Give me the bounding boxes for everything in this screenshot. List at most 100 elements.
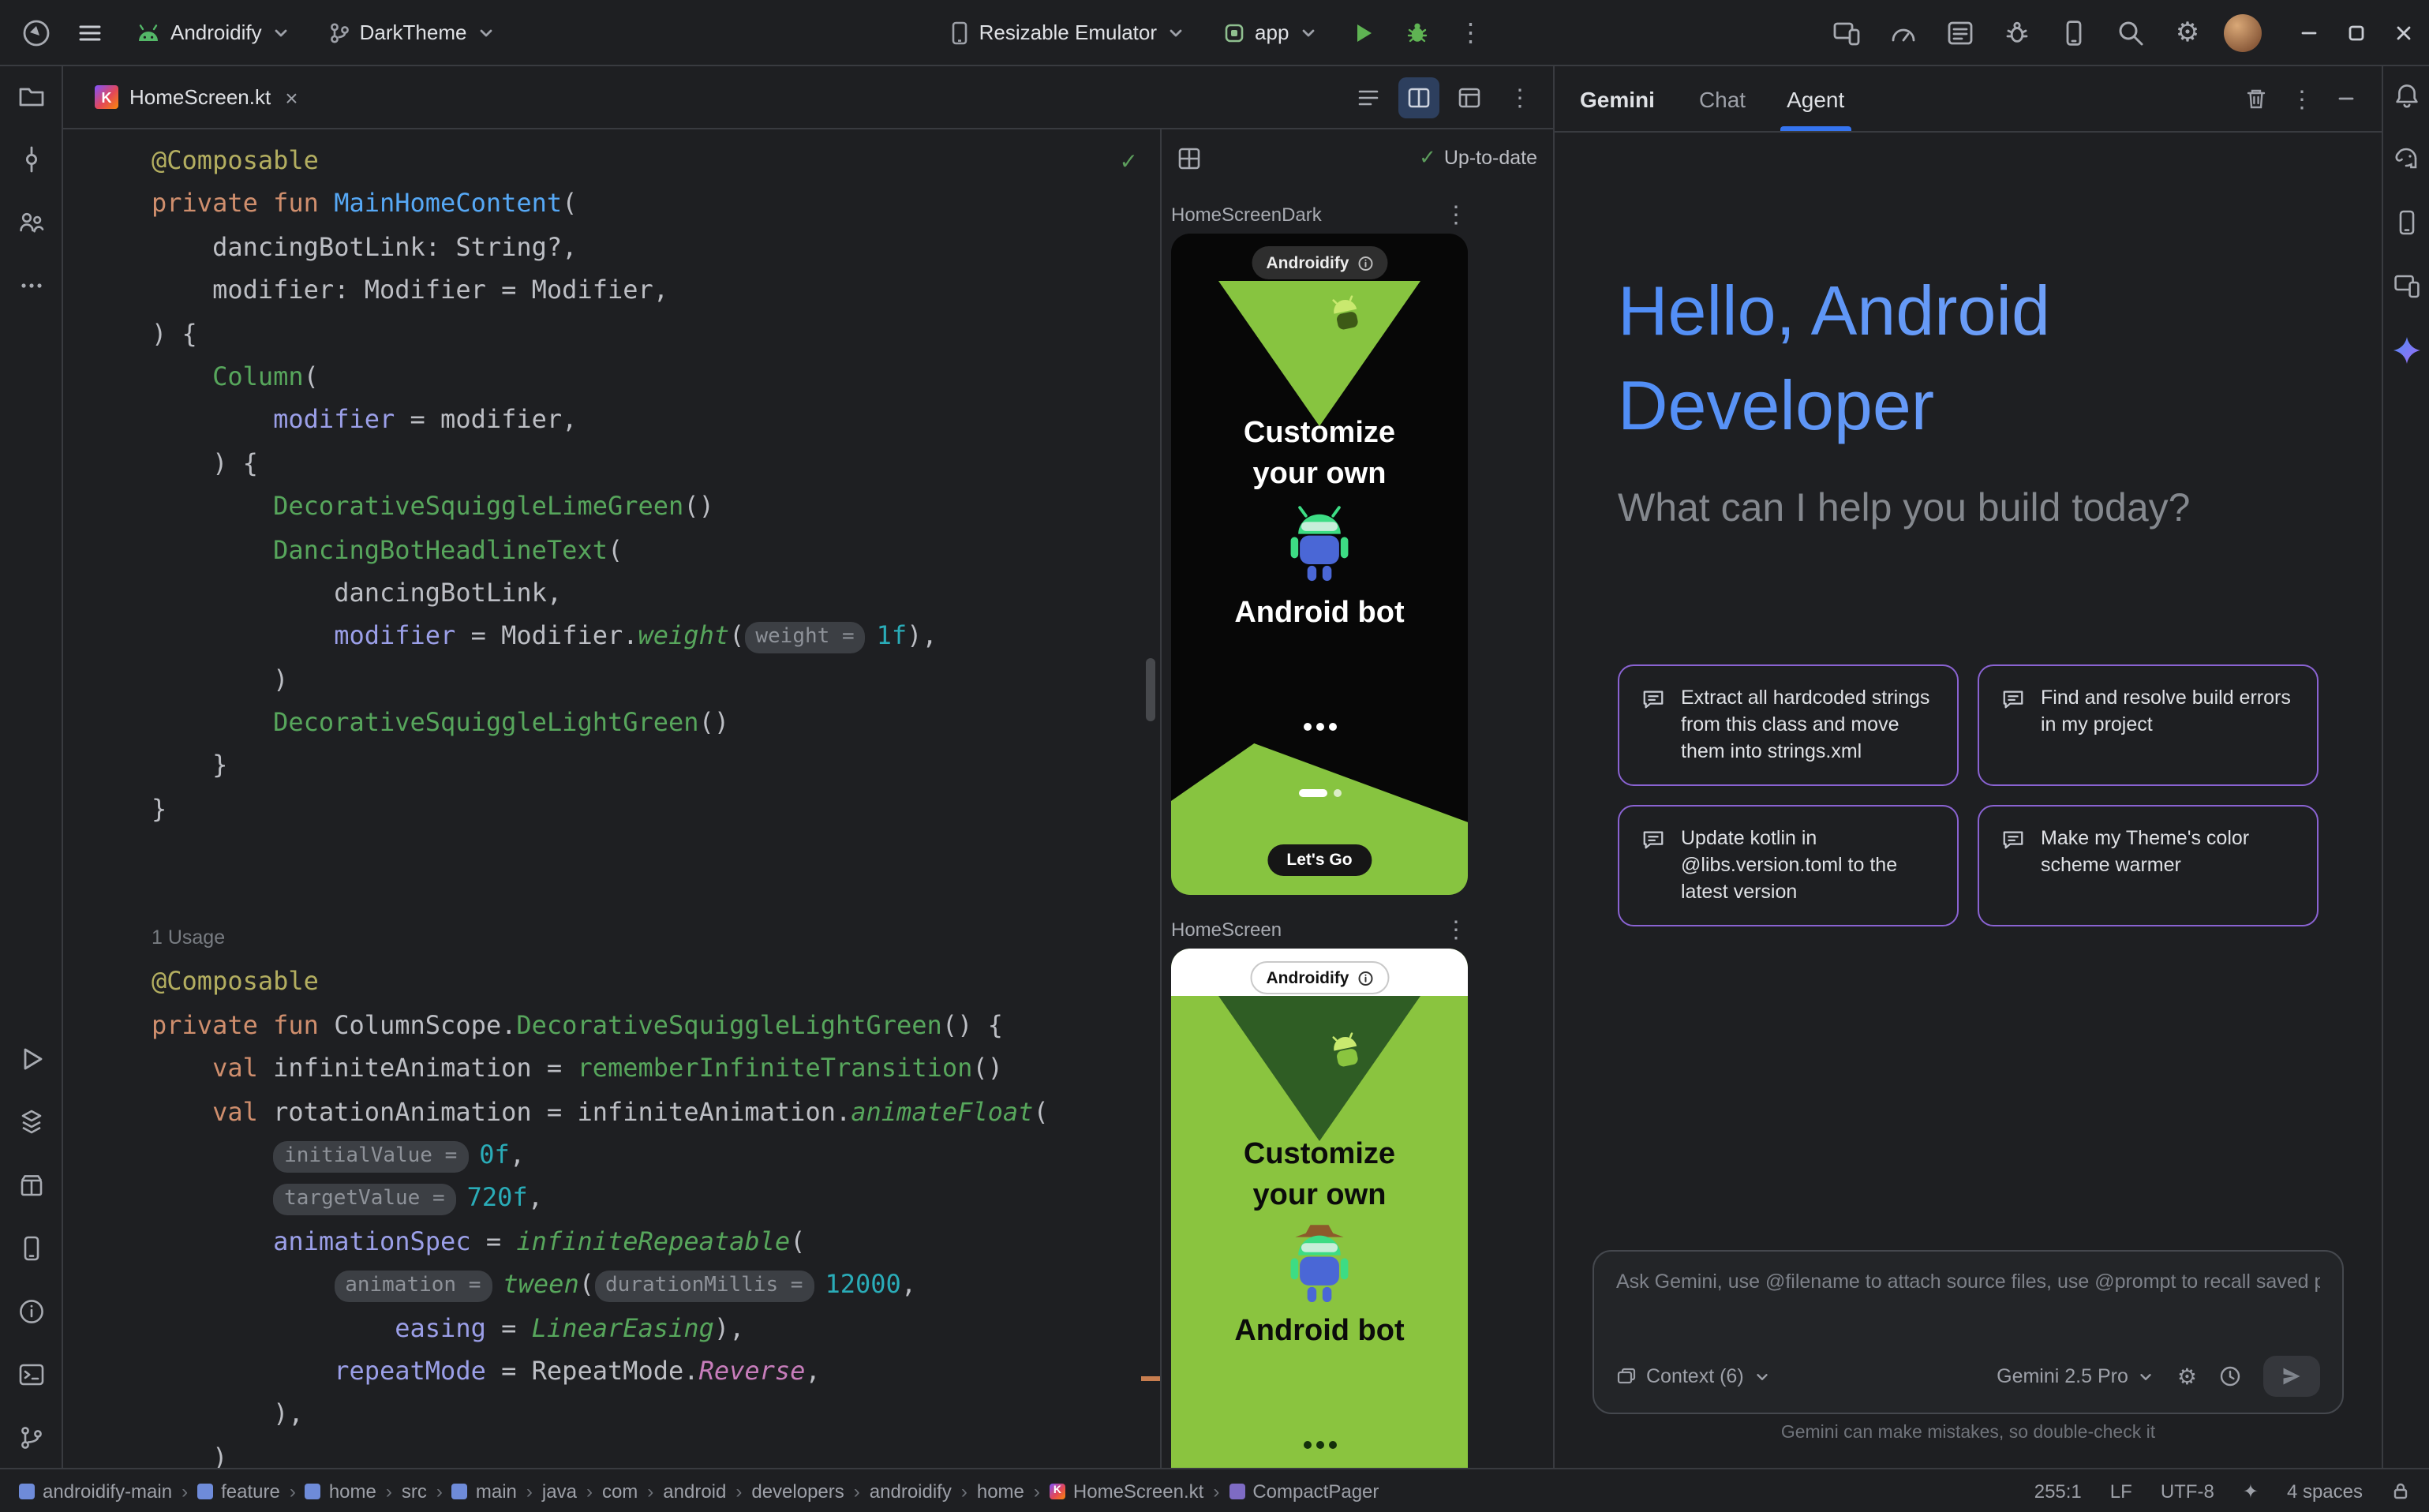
gemini-settings-button[interactable]: ⚙ (2177, 1364, 2197, 1388)
ai-status-icon[interactable]: ✦ (2243, 1480, 2259, 1502)
close-tab-icon[interactable]: × (285, 84, 298, 110)
settings-button[interactable]: ⚙ (2167, 12, 2208, 53)
device-manager-tool-button[interactable] (2392, 208, 2420, 237)
send-button[interactable] (2263, 1356, 2320, 1397)
device-selector[interactable]: Resizable Emulator (938, 13, 1198, 51)
folder-icon (17, 82, 45, 110)
breadcrumb-item[interactable]: main (452, 1480, 517, 1502)
code-line: modifier = Modifier.weight(weight =1f), (152, 615, 1160, 658)
problems-tool-button[interactable] (17, 1297, 45, 1326)
run-button[interactable] (1342, 12, 1383, 53)
suggestion-card[interactable]: Make my Theme's color scheme warmer (1978, 805, 2319, 926)
version-control-tool-button[interactable] (17, 1424, 45, 1452)
close-button[interactable] (2394, 23, 2413, 42)
project-selector[interactable]: Androidify (123, 14, 303, 51)
people-icon (17, 208, 45, 237)
gradle-tool-button[interactable] (2392, 145, 2420, 174)
lock-icon[interactable] (2391, 1481, 2410, 1500)
project-tool-button[interactable] (17, 82, 45, 110)
breadcrumb-item[interactable]: developers (751, 1480, 844, 1502)
model-selector[interactable]: Gemini 2.5 Pro (1997, 1365, 2155, 1387)
running-devices-button[interactable] (1826, 12, 1867, 53)
preview-scroll[interactable]: HomeScreenDark ⋮ Androidify (1162, 186, 1553, 1468)
phone-preview-dark[interactable]: Androidify Customize your own (1171, 234, 1468, 895)
breadcrumb-item[interactable]: KHomeScreen.kt (1050, 1480, 1203, 1502)
more-run-actions-button[interactable]: ⋮ (1450, 12, 1491, 53)
breadcrumb-item[interactable]: src (402, 1480, 427, 1502)
suggestion-card[interactable]: Find and resolve build errors in my proj… (1978, 664, 2319, 786)
logcat-button[interactable] (1940, 12, 1981, 53)
code-editor[interactable]: @Composableprivate fun MainHomeContent( … (63, 129, 1160, 1468)
editor-tab[interactable]: K HomeScreen.kt × (76, 66, 317, 128)
delete-conversation-button[interactable] (2244, 87, 2268, 110)
breadcrumb-item[interactable]: java (542, 1480, 577, 1502)
breadcrumb-separator: › (1213, 1480, 1219, 1502)
tab-agent[interactable]: Agent (1787, 66, 1844, 131)
tab-chat[interactable]: Chat (1699, 66, 1746, 131)
caret-position[interactable]: 255:1 (2034, 1480, 2082, 1502)
android-studio-logo-icon (16, 12, 57, 53)
file-encoding[interactable]: UTF-8 (2161, 1480, 2214, 1502)
code-line: DancingBotHeadlineText( (152, 528, 1160, 571)
chevron-down-icon (1166, 23, 1185, 42)
running-devices-tool-button[interactable] (2392, 271, 2420, 300)
build-variants-tool-button[interactable] (17, 1108, 45, 1136)
breadcrumb-item[interactable]: android (663, 1480, 726, 1502)
android-bot-illustration (1283, 1223, 1356, 1308)
debug-button[interactable] (1396, 12, 1437, 53)
terminal-tool-button[interactable] (17, 1360, 45, 1389)
packages-tool-button[interactable] (17, 1171, 45, 1199)
emulator-tool-button[interactable] (17, 1234, 45, 1263)
app-insights-button[interactable] (1997, 12, 2038, 53)
hide-panel-button[interactable] (2336, 88, 2356, 109)
indentation[interactable]: 4 spaces (2287, 1480, 2363, 1502)
gemini-tool-button[interactable] (2390, 335, 2422, 366)
maximize-button[interactable] (2347, 23, 2366, 42)
right-toolbar (2382, 66, 2429, 1468)
pull-requests-tool-button[interactable] (17, 208, 45, 237)
code-line: } (152, 744, 1160, 788)
commit-tool-button[interactable] (17, 145, 45, 174)
inspections-ok-icon[interactable]: ✓ (1120, 148, 1138, 175)
preview-layout-icon[interactable] (1177, 146, 1201, 170)
profiler-button[interactable] (1883, 12, 1924, 53)
breadcrumb-item[interactable]: CompactPager (1229, 1480, 1379, 1502)
chat-bubble-icon (2001, 827, 2025, 906)
breadcrumb-item[interactable]: feature (197, 1480, 280, 1502)
git-icon (17, 1424, 45, 1452)
chevron-down-icon (2138, 1368, 2155, 1385)
run-tool-button[interactable] (17, 1045, 45, 1073)
editor-options-button[interactable]: ⋮ (1499, 77, 1540, 118)
line-ending[interactable]: LF (2110, 1480, 2132, 1502)
gemini-disclaimer: Gemini can make mistakes, so double-chec… (1555, 1424, 2382, 1461)
search-button[interactable] (2110, 12, 2151, 53)
bell-icon (2392, 82, 2420, 110)
history-button[interactable] (2219, 1365, 2241, 1387)
split-view-button[interactable] (1398, 77, 1439, 118)
breadcrumb-item[interactable]: home (305, 1480, 376, 1502)
breadcrumb-item[interactable]: home (977, 1480, 1024, 1502)
breadcrumb-item[interactable]: com (602, 1480, 638, 1502)
main-menu-button[interactable] (69, 12, 110, 53)
editor-scrollbar[interactable] (1146, 658, 1155, 721)
context-chip[interactable]: Context (6) (1616, 1365, 1771, 1387)
branch-selector[interactable]: DarkTheme (316, 14, 508, 51)
breadcrumb-item[interactable]: androidify-main (19, 1480, 172, 1502)
send-icon (2281, 1365, 2303, 1387)
user-avatar[interactable] (2224, 13, 2262, 51)
more-tools-button[interactable] (17, 271, 45, 300)
minimize-button[interactable] (2300, 23, 2319, 42)
preview-options-button[interactable]: ⋮ (1444, 200, 1468, 229)
notifications-button[interactable] (2392, 82, 2420, 110)
suggestion-card[interactable]: Extract all hardcoded strings from this … (1618, 664, 1959, 786)
suggestion-card[interactable]: Update kotlin in @libs.version.toml to t… (1618, 805, 1959, 926)
phone-preview-light[interactable]: Androidify Customize your own (1171, 949, 1468, 1468)
breadcrumb-item[interactable]: androidify (870, 1480, 952, 1502)
gemini-input[interactable]: Ask Gemini, use @filename to attach sour… (1593, 1250, 2344, 1414)
preview-options-button[interactable]: ⋮ (1444, 915, 1468, 944)
gemini-options-button[interactable]: ⋮ (2290, 84, 2314, 113)
code-view-button[interactable] (1348, 77, 1389, 118)
run-config-selector[interactable]: app (1211, 14, 1330, 51)
device-manager-button[interactable] (2053, 12, 2094, 53)
design-view-button[interactable] (1449, 77, 1490, 118)
